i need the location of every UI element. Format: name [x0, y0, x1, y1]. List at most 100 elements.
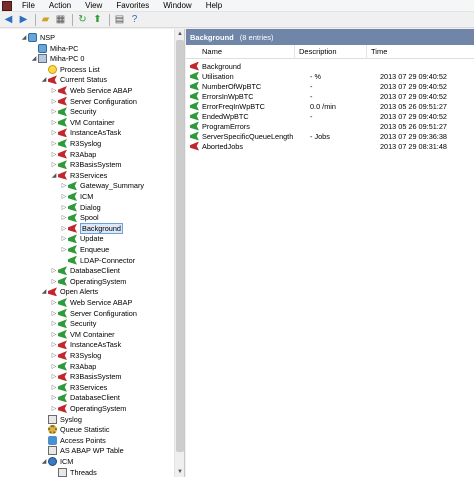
tree-item[interactable]: ▷ OperatingSystem	[50, 403, 126, 414]
back-icon[interactable]: ◀	[2, 13, 15, 26]
expand-toggle-icon[interactable]: ◢	[30, 55, 38, 62]
tree-item[interactable]: ▷ Update	[60, 233, 104, 244]
scroll-thumb[interactable]	[176, 40, 184, 452]
tree-item[interactable]: ▷ Background	[60, 222, 123, 234]
tree-item[interactable]: ◢ NSP	[20, 32, 55, 43]
tree-item[interactable]: ▷ Spool	[60, 212, 99, 223]
table-row[interactable]: Background	[186, 61, 474, 71]
expand-toggle-icon[interactable]: ▷	[50, 140, 58, 147]
expand-toggle-icon[interactable]: ▷	[60, 204, 68, 211]
tree-item[interactable]: ▷ DatabaseClient	[50, 265, 120, 276]
column-header-description[interactable]: Description	[294, 44, 366, 59]
expand-toggle-icon[interactable]: ▷	[50, 299, 58, 306]
tree-item[interactable]: ▷ VM Container	[50, 329, 115, 340]
tree-item[interactable]: ▷ Server Configuration	[50, 308, 137, 319]
table-row[interactable]: ErrorFreqInWpBTC 0.0 /min 2013 05 26 09:51…	[186, 101, 474, 111]
refresh-icon[interactable]: ↻	[76, 13, 89, 26]
tree-item[interactable]: Miha-PC	[30, 43, 78, 54]
menu-favorites[interactable]: Favorites	[109, 0, 156, 12]
tree-item[interactable]: ▷ Dialog	[60, 202, 101, 213]
table-row[interactable]: AbortedJobs 2013 07 29 08:31:48	[186, 141, 474, 151]
menu-action[interactable]: Action	[42, 0, 78, 12]
tree-item[interactable]: ▷ R3Abap	[50, 149, 96, 160]
expand-toggle-icon[interactable]: ▷	[50, 129, 58, 136]
tree-item[interactable]: ◢ R3Services	[50, 170, 107, 181]
tree-item[interactable]: Threads	[50, 467, 97, 477]
tree-item[interactable]: ▷ Server Configuration	[50, 96, 137, 107]
expand-toggle-icon[interactable]: ▷	[50, 341, 58, 348]
menu-file[interactable]: File	[15, 0, 42, 12]
tree-item[interactable]: Process List	[40, 64, 100, 75]
column-header-time[interactable]: Time	[366, 44, 474, 59]
column-header-name[interactable]: Name	[186, 47, 294, 56]
expand-toggle-icon[interactable]: ▷	[50, 161, 58, 168]
table-row[interactable]: ErrorsInWpBTC - 2013 07 29 09:40:52	[186, 91, 474, 101]
tree-item[interactable]: ◢ Miha-PC 0	[30, 53, 84, 64]
expand-toggle-icon[interactable]: ◢	[20, 34, 28, 41]
table-row[interactable]: Utilisation - % 2013 07 29 09:40:52	[186, 71, 474, 81]
tree-item[interactable]: ▷ InstanceAsTask	[50, 339, 121, 350]
expand-toggle-icon[interactable]: ▷	[50, 320, 58, 327]
expand-toggle-icon[interactable]: ▷	[60, 246, 68, 253]
tree-item[interactable]: ▷ VM Container	[50, 117, 115, 128]
folder-icon[interactable]: ▰	[39, 13, 52, 26]
tree-item[interactable]: ▷ R3Services	[50, 382, 107, 393]
tree-item[interactable]: ◢ ICM	[40, 456, 73, 467]
tree-item[interactable]: ▷ InstanceAsTask	[50, 127, 121, 138]
expand-toggle-icon[interactable]: ▷	[50, 373, 58, 380]
tree-scrollbar[interactable]: ▲ ▼	[174, 29, 184, 477]
tree-item[interactable]: ▷ Enqueue	[60, 244, 109, 255]
tree-item[interactable]: ◢ Open Alerts	[40, 286, 98, 297]
tree-item[interactable]: ▷ R3BasisSystem	[50, 159, 122, 170]
menu-view[interactable]: View	[78, 0, 109, 12]
expand-toggle-icon[interactable]: ▷	[50, 331, 58, 338]
tree-item[interactable]: ▷ Security	[50, 106, 96, 117]
tree-item[interactable]: ▷ R3BasisSystem	[50, 371, 122, 382]
tree-item[interactable]: Queue Statistic	[40, 424, 109, 435]
expand-toggle-icon[interactable]: ◢	[50, 172, 58, 179]
expand-toggle-icon[interactable]: ▷	[50, 108, 58, 115]
table-row[interactable]: EndedWpBTC - 2013 07 29 09:40:52	[186, 111, 474, 121]
expand-toggle-icon[interactable]: ▷	[50, 310, 58, 317]
expand-toggle-icon[interactable]: ▷	[50, 384, 58, 391]
tree-item[interactable]: ▷ OperatingSystem	[50, 276, 126, 287]
tree-item[interactable]: ▷ R3Syslog	[50, 138, 101, 149]
expand-toggle-icon[interactable]: ▷	[50, 87, 58, 94]
scroll-up-icon[interactable]: ▲	[175, 29, 184, 39]
table-row[interactable]: ServerSpecificQueueLength - Jobs 2013 07 2…	[186, 131, 474, 141]
tree-item[interactable]: ▷ Web Service ABAP	[50, 85, 132, 96]
tree-item[interactable]: ▷ R3Abap	[50, 361, 96, 372]
expand-toggle-icon[interactable]: ◢	[40, 76, 48, 83]
tree-item[interactable]: ▷ Security	[50, 318, 96, 329]
expand-toggle-icon[interactable]: ▷	[50, 119, 58, 126]
tree-item[interactable]: AS ABAP WP Table	[40, 445, 124, 456]
up-icon[interactable]: ⬆	[91, 13, 104, 26]
tree-item[interactable]: ▷ ICM	[60, 191, 93, 202]
expand-toggle-icon[interactable]: ▷	[60, 235, 68, 242]
tree-item[interactable]: ▷ Web Service ABAP	[50, 297, 132, 308]
table-row[interactable]: ProgramErrors 2013 05 26 09:51:27	[186, 121, 474, 131]
menu-help[interactable]: Help	[199, 0, 229, 12]
expand-toggle-icon[interactable]: ◢	[40, 458, 48, 465]
expand-toggle-icon[interactable]: ▷	[50, 352, 58, 359]
tree-item[interactable]: Access Points	[40, 435, 106, 446]
expand-toggle-icon[interactable]: ▷	[50, 405, 58, 412]
expand-toggle-icon[interactable]: ▷	[50, 267, 58, 274]
expand-toggle-icon[interactable]: ▷	[60, 214, 68, 221]
expand-toggle-icon[interactable]: ▷	[60, 225, 68, 232]
expand-toggle-icon[interactable]: ▷	[50, 98, 58, 105]
tree-item[interactable]: Syslog	[40, 414, 82, 425]
menu-window[interactable]: Window	[156, 0, 198, 12]
expand-toggle-icon[interactable]: ▷	[60, 182, 68, 189]
tree-item[interactable]: ▷ R3Syslog	[50, 350, 101, 361]
table-icon[interactable]: ▦	[54, 13, 67, 26]
expand-toggle-icon[interactable]: ▷	[50, 151, 58, 158]
tree-item[interactable]: LDAP-Connector	[60, 255, 135, 266]
expand-toggle-icon[interactable]: ▷	[60, 193, 68, 200]
forward-icon[interactable]: ▶	[17, 13, 30, 26]
expand-toggle-icon[interactable]: ▷	[50, 363, 58, 370]
expand-toggle-icon[interactable]: ◢	[40, 288, 48, 295]
expand-toggle-icon[interactable]: ▷	[50, 278, 58, 285]
grid-icon[interactable]: ▤	[113, 13, 126, 26]
help-icon[interactable]: ?	[128, 13, 141, 26]
